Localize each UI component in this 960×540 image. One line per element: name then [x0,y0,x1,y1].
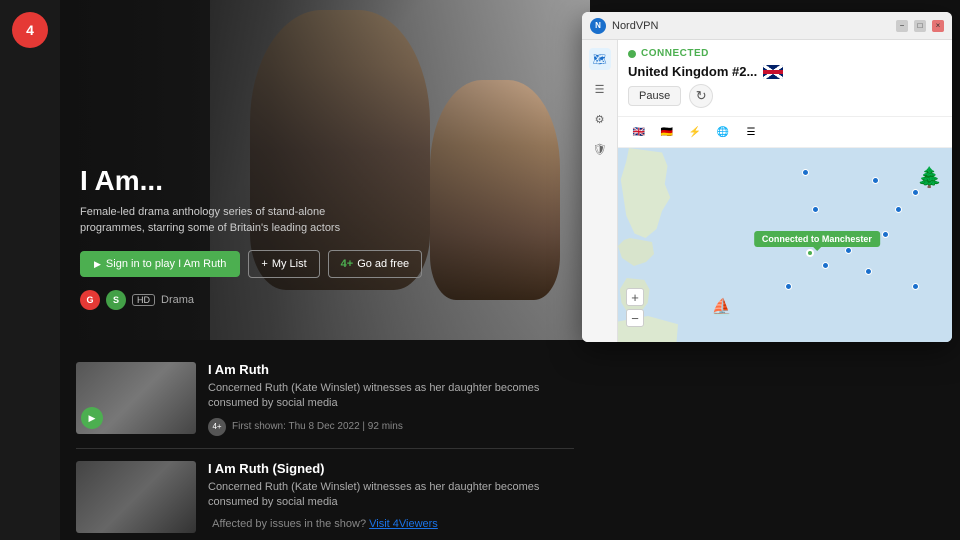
episode-airdate-1: First shown: Thu 8 Dec 2022 | 92 mins [232,421,403,432]
lightning-icon[interactable]: ⚡ [684,121,706,143]
issue-link[interactable]: Visit 4Viewers [369,518,438,530]
vpn-window-title: NordVPN [612,20,890,32]
zoom-out-button[interactable]: − [626,309,644,327]
episodes-list: ▶ I Am Ruth Concerned Ruth (Kate Winslet… [60,340,590,540]
vpn-main: CONNECTED United Kingdom #2... Pause ↻ [618,40,952,342]
manchester-location-dot [806,249,814,257]
go-ad-free-button[interactable]: Go ad free [328,250,423,278]
streaming-app: 4 I Am... Female-led drama anthology ser… [0,0,960,540]
scotland-landmass [618,238,658,278]
badge-s: S [106,290,126,310]
episode-item: ▶ I Am Ruth Concerned Ruth (Kate Winslet… [76,350,574,449]
hero-content: I Am... Female-led drama anthology serie… [80,165,422,310]
vpn-status-text: CONNECTED [641,48,709,59]
vpn-icons-row: 🇬🇧 🇩🇪 ⚡ 🌐 ☰ [618,117,952,148]
vpn-servers-icon[interactable]: ☰ [589,78,611,100]
nordvpn-logo: N [590,18,606,34]
zoom-in-button[interactable]: + [626,288,644,306]
vpn-status: CONNECTED [628,48,942,59]
app-sidebar: 4 [0,0,60,540]
server-dot-9[interactable] [802,169,809,176]
minimize-button[interactable]: − [896,20,908,32]
maximize-button[interactable]: □ [914,20,926,32]
rating-icon: 4+ [208,418,226,436]
hero-buttons: Sign in to play I Am Ruth My List Go ad … [80,250,422,278]
episode-title-2: I Am Ruth (Signed) [208,461,574,476]
vpn-settings-icon[interactable]: ⚙ [589,108,611,130]
server-dot-5[interactable] [882,231,889,238]
server-dot-7[interactable] [912,189,919,196]
episode-desc-1: Concerned Ruth (Kate Winslet) witnesses … [208,381,574,412]
issue-text: Affected by issues in the show? [212,518,366,530]
vpn-connection-row: United Kingdom #2... [628,64,942,79]
map-scale-controls: + − [626,288,644,327]
server-dot-1[interactable] [812,206,819,213]
badge-hd: HD [132,294,155,306]
flag-de-icon[interactable]: 🇩🇪 [656,121,678,143]
flag-uk-icon[interactable]: 🇬🇧 [628,121,650,143]
status-dot [628,50,636,58]
server-dot-6[interactable] [895,206,902,213]
sidebar-logo: 4 [12,12,48,48]
menu-icon[interactable]: ☰ [740,121,762,143]
my-list-button[interactable]: My List [248,250,319,278]
globe-icon[interactable]: 🌐 [712,121,734,143]
vpn-sidebar: 🗺 ☰ ⚙ 🛡 [582,40,618,342]
server-dot-4[interactable] [865,268,872,275]
badge-genre: Drama [161,294,194,306]
show-description: Female-led drama anthology series of sta… [80,205,380,236]
vpn-refresh-button[interactable]: ↻ [689,84,713,108]
episode-info-1: I Am Ruth Concerned Ruth (Kate Winslet) … [208,362,574,436]
badge-g: G [80,290,100,310]
episode-meta-1: 4+ First shown: Thu 8 Dec 2022 | 92 mins [208,418,574,436]
uk-landmass [618,148,673,238]
episode-title-1: I Am Ruth [208,362,574,377]
server-dot-10[interactable] [785,283,792,290]
vpn-pause-button[interactable]: Pause [628,86,681,106]
vpn-window: N NordVPN − □ × 🗺 ☰ ⚙ 🛡 CONNECTED [582,12,952,342]
server-dot-8[interactable] [872,177,879,184]
boat-icon: ⛵ [712,297,732,317]
server-dot-3[interactable] [845,247,852,254]
issue-bar: Affected by issues in the show? Visit 4V… [60,518,590,530]
vpn-shield-icon[interactable]: 🛡 [589,138,611,160]
vpn-body: 🗺 ☰ ⚙ 🛡 CONNECTED United Kingdom #2... [582,40,952,342]
content-badges: G S HD Drama [80,290,422,310]
vpn-header: CONNECTED United Kingdom #2... Pause ↻ [618,40,952,117]
vpn-map[interactable]: 🌲 ⛵ Connected to Manchester [618,148,952,342]
vpn-server-name: United Kingdom #2... [628,64,783,79]
episode-thumbnail-1[interactable]: ▶ [76,362,196,434]
hero-section: I Am... Female-led drama anthology serie… [60,0,590,340]
tree-icon: 🌲 [917,165,942,190]
episode-desc-2: Concerned Ruth (Kate Winslet) witnesses … [208,480,574,511]
server-dot-2[interactable] [822,262,829,269]
server-dot-11[interactable] [912,283,919,290]
manchester-tooltip: Connected to Manchester [754,231,880,247]
vpn-action-row: Pause ↻ [628,84,942,108]
sign-in-play-button[interactable]: Sign in to play I Am Ruth [80,251,240,277]
uk-flag-icon [763,65,783,79]
vpn-titlebar: N NordVPN − □ × [582,12,952,40]
show-title: I Am... [80,165,422,197]
episode-play-icon[interactable]: ▶ [81,407,103,429]
close-button[interactable]: × [932,20,944,32]
vpn-map-icon[interactable]: 🗺 [589,48,611,70]
